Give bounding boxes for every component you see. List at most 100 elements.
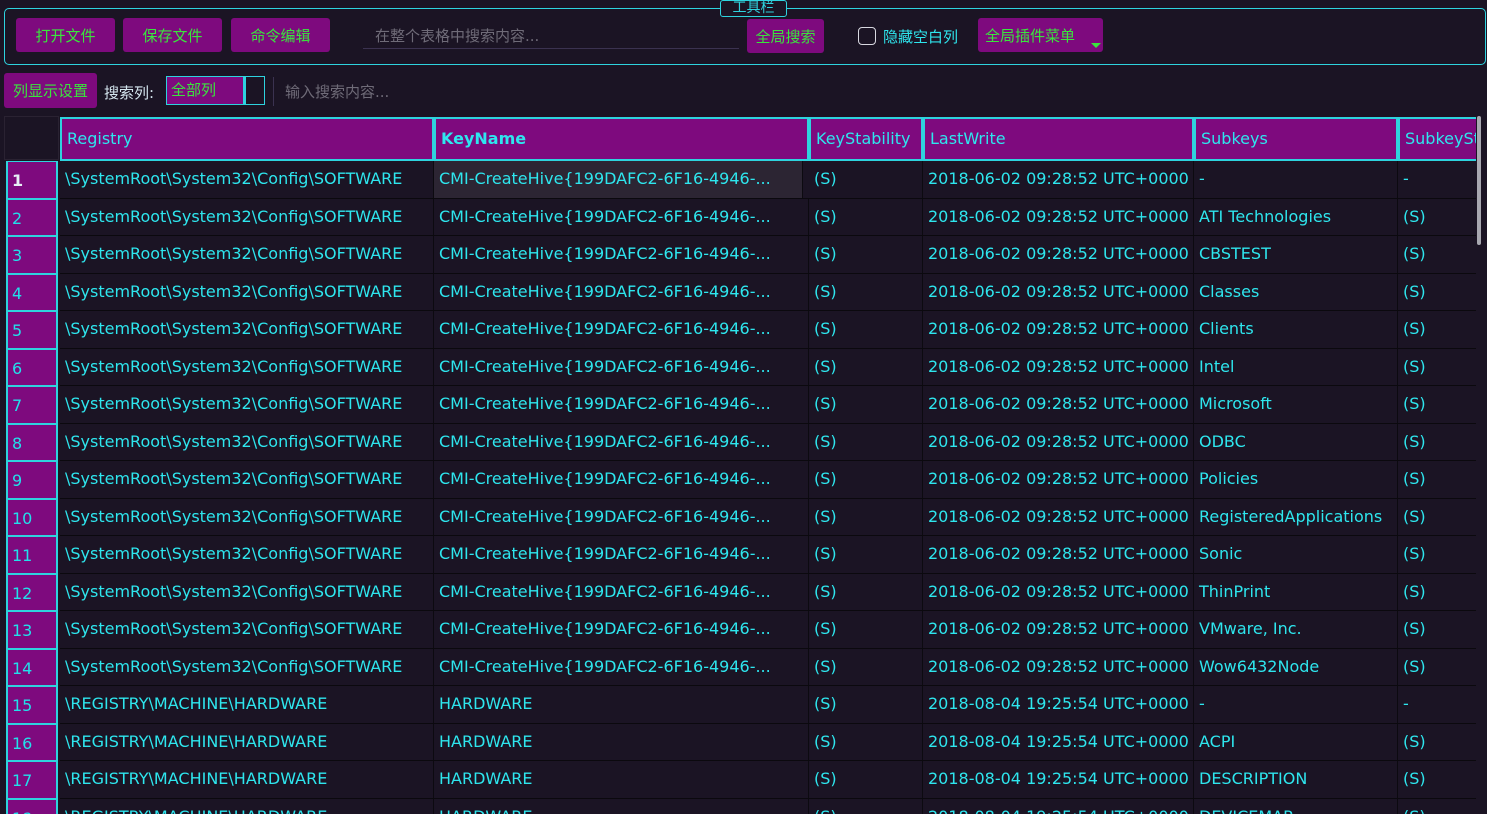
cell-keystability[interactable]: (S) bbox=[809, 798, 923, 814]
column-header-registry[interactable]: Registry bbox=[60, 117, 434, 161]
cell-subkeys[interactable]: DEVICEMAP bbox=[1194, 798, 1398, 814]
cell-subkeys[interactable]: Clients bbox=[1194, 311, 1398, 348]
cell-lastwrite[interactable]: 2018-06-02 09:28:52 UTC+0000 bbox=[923, 648, 1194, 686]
cell-subkeyst[interactable]: - bbox=[1398, 686, 1476, 723]
cell-lastwrite[interactable]: 2018-08-04 19:25:54 UTC+0000 bbox=[923, 798, 1194, 814]
column-header-subkeyst[interactable]: SubkeySt bbox=[1398, 117, 1476, 161]
save-file-button[interactable]: 保存文件 bbox=[123, 18, 222, 52]
cell-lastwrite[interactable]: 2018-06-02 09:28:52 UTC+0000 bbox=[923, 311, 1194, 348]
cell-lastwrite[interactable]: 2018-06-02 09:28:52 UTC+0000 bbox=[923, 198, 1194, 236]
cell-lastwrite[interactable]: 2018-08-04 19:25:54 UTC+0000 bbox=[923, 761, 1194, 798]
open-file-button[interactable]: 打开文件 bbox=[16, 18, 115, 52]
cell-subkeyst[interactable]: (S) bbox=[1398, 574, 1476, 611]
cell-registry[interactable]: \REGISTRY\MACHINE\HARDWARE bbox=[60, 761, 434, 798]
row-number[interactable]: 9 bbox=[6, 461, 58, 499]
cell-lastwrite[interactable]: 2018-06-02 09:28:52 UTC+0000 bbox=[923, 536, 1194, 573]
row-number[interactable]: 3 bbox=[6, 236, 58, 274]
cell-registry[interactable]: \SystemRoot\System32\Config\SOFTWARE bbox=[60, 161, 434, 198]
cell-subkeyst[interactable]: (S) bbox=[1398, 649, 1476, 686]
cell-subkeys[interactable]: - bbox=[1194, 686, 1398, 723]
cell-keyname[interactable]: CMI-CreateHive{199DAFC2-6F16-4946-... bbox=[434, 536, 809, 573]
cell-keyname[interactable]: CMI-CreateHive{199DAFC2-6F16-4946-... bbox=[434, 648, 809, 686]
cell-subkeys[interactable]: Microsoft bbox=[1194, 386, 1398, 423]
column-settings-button[interactable]: 列显示设置 bbox=[4, 73, 97, 108]
cell-lastwrite[interactable]: 2018-06-02 09:28:52 UTC+0000 bbox=[923, 236, 1194, 273]
row-number[interactable]: 15 bbox=[6, 686, 58, 724]
row-number[interactable]: 1 bbox=[6, 161, 58, 199]
cell-lastwrite[interactable]: 2018-06-02 09:28:52 UTC+0000 bbox=[923, 461, 1194, 498]
cell-subkeyst[interactable]: (S) bbox=[1398, 236, 1476, 273]
cell-keystability[interactable]: (S) bbox=[809, 761, 923, 798]
cell-registry[interactable]: \SystemRoot\System32\Config\SOFTWARE bbox=[60, 386, 434, 423]
cell-subkeyst[interactable]: (S) bbox=[1398, 386, 1476, 423]
column-search-input[interactable] bbox=[273, 77, 1483, 106]
cell-subkeyst[interactable]: (S) bbox=[1398, 274, 1476, 311]
row-number[interactable]: 6 bbox=[6, 348, 58, 386]
cell-keyname[interactable]: CMI-CreateHive{199DAFC2-6F16-4946-... bbox=[434, 236, 809, 273]
cell-keystability[interactable]: (S) bbox=[809, 573, 923, 611]
cell-registry[interactable]: \SystemRoot\System32\Config\SOFTWARE bbox=[60, 273, 434, 311]
cell-subkeys[interactable]: DESCRIPTION bbox=[1194, 761, 1398, 798]
row-number[interactable]: 14 bbox=[6, 648, 58, 686]
select-dropdown-button[interactable] bbox=[245, 77, 264, 104]
vertical-scrollbar[interactable] bbox=[1476, 116, 1487, 814]
cell-subkeyst[interactable]: (S) bbox=[1398, 611, 1476, 648]
cell-registry[interactable]: \REGISTRY\MACHINE\HARDWARE bbox=[60, 723, 434, 761]
cell-keystability[interactable]: (S) bbox=[809, 236, 923, 273]
cell-keyname[interactable]: HARDWARE bbox=[434, 723, 809, 761]
global-search-button[interactable]: 全局搜索 bbox=[747, 19, 824, 53]
row-number[interactable]: 4 bbox=[6, 273, 58, 311]
cell-registry[interactable]: \REGISTRY\MACHINE\HARDWARE bbox=[60, 798, 434, 814]
cell-keyname[interactable]: CMI-CreateHive{199DAFC2-6F16-4946-... bbox=[434, 573, 809, 611]
plugin-menu-dropdown[interactable]: 全局插件菜单 bbox=[978, 18, 1103, 52]
command-edit-button[interactable]: 命令编辑 bbox=[231, 18, 330, 52]
row-number[interactable]: 8 bbox=[6, 423, 58, 461]
cell-keystability[interactable]: (S) bbox=[809, 386, 923, 423]
cell-registry[interactable]: \SystemRoot\System32\Config\SOFTWARE bbox=[60, 236, 434, 273]
cell-keyname[interactable]: CMI-CreateHive{199DAFC2-6F16-4946-... bbox=[434, 273, 809, 311]
cell-registry[interactable]: \SystemRoot\System32\Config\SOFTWARE bbox=[60, 461, 434, 498]
cell-keyname[interactable]: CMI-CreateHive{199DAFC2-6F16-4946-... bbox=[434, 423, 809, 461]
cell-lastwrite[interactable]: 2018-06-02 09:28:52 UTC+0000 bbox=[923, 423, 1194, 461]
row-number[interactable]: 2 bbox=[6, 198, 58, 236]
table-corner[interactable] bbox=[4, 116, 59, 160]
cell-keystability[interactable]: (S) bbox=[809, 461, 923, 498]
cell-lastwrite[interactable]: 2018-06-02 09:28:52 UTC+0000 bbox=[923, 611, 1194, 648]
cell-keystability[interactable]: (S) bbox=[809, 686, 923, 723]
cell-keyname[interactable]: CMI-CreateHive{199DAFC2-6F16-4946-... bbox=[434, 461, 809, 498]
cell-keystability[interactable]: (S) bbox=[809, 348, 923, 386]
cell-keystability[interactable]: (S) bbox=[809, 723, 923, 761]
cell-subkeys[interactable]: Sonic bbox=[1194, 536, 1398, 573]
cell-registry[interactable]: \SystemRoot\System32\Config\SOFTWARE bbox=[60, 573, 434, 611]
cell-subkeyst[interactable]: (S) bbox=[1398, 199, 1476, 236]
cell-lastwrite[interactable]: 2018-06-02 09:28:52 UTC+0000 bbox=[923, 161, 1194, 198]
row-number[interactable]: 5 bbox=[6, 311, 58, 349]
cell-subkeys[interactable]: RegisteredApplications bbox=[1194, 498, 1398, 536]
cell-keyname[interactable]: CMI-CreateHive{199DAFC2-6F16-4946-... bbox=[434, 498, 809, 536]
row-number[interactable]: 18 bbox=[6, 798, 58, 814]
cell-keystability[interactable]: (S) bbox=[809, 648, 923, 686]
cell-keyname[interactable]: CMI-CreateHive{199DAFC2-6F16-4946-... bbox=[434, 348, 809, 386]
cell-lastwrite[interactable]: 2018-06-02 09:28:52 UTC+0000 bbox=[923, 386, 1194, 423]
cell-lastwrite[interactable]: 2018-06-02 09:28:52 UTC+0000 bbox=[923, 498, 1194, 536]
column-header-lastwrite[interactable]: LastWrite bbox=[923, 117, 1194, 161]
cell-subkeys[interactable]: ODBC bbox=[1194, 423, 1398, 461]
cell-lastwrite[interactable]: 2018-06-02 09:28:52 UTC+0000 bbox=[923, 573, 1194, 611]
hide-blank-columns-checkbox[interactable] bbox=[858, 27, 876, 45]
cell-keystability[interactable]: (S) bbox=[809, 536, 923, 573]
cell-keystability[interactable]: (S) bbox=[809, 498, 923, 536]
cell-lastwrite[interactable]: 2018-08-04 19:25:54 UTC+0000 bbox=[923, 686, 1194, 723]
cell-subkeys[interactable]: Classes bbox=[1194, 273, 1398, 311]
row-number[interactable]: 13 bbox=[6, 611, 58, 649]
row-number[interactable]: 10 bbox=[6, 498, 58, 536]
cell-registry[interactable]: \SystemRoot\System32\Config\SOFTWARE bbox=[60, 611, 434, 648]
cell-keyname[interactable]: HARDWARE bbox=[434, 761, 809, 798]
cell-subkeyst[interactable]: (S) bbox=[1398, 536, 1476, 573]
cell-subkeyst[interactable]: (S) bbox=[1398, 311, 1476, 348]
cell-subkeyst[interactable]: (S) bbox=[1398, 349, 1476, 386]
cell-subkeyst[interactable]: (S) bbox=[1398, 799, 1476, 814]
scrollbar-thumb[interactable] bbox=[1477, 116, 1481, 245]
cell-registry[interactable]: \SystemRoot\System32\Config\SOFTWARE bbox=[60, 311, 434, 348]
cell-registry[interactable]: \REGISTRY\MACHINE\HARDWARE bbox=[60, 686, 434, 723]
cell-keyname[interactable]: CMI-CreateHive{199DAFC2-6F16-4946-... bbox=[434, 198, 809, 236]
